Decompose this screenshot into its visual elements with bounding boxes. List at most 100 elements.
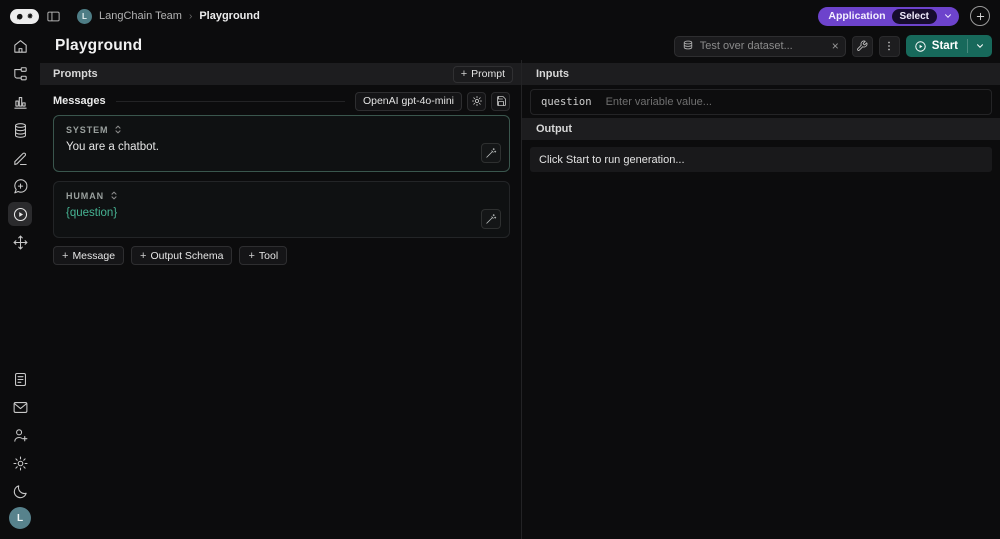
- dataset-icon: [683, 40, 692, 50]
- improve-prompt-button[interactable]: [481, 143, 501, 163]
- role-label: SYSTEM: [66, 124, 109, 135]
- application-label: Application: [828, 10, 886, 22]
- nav-datasets[interactable]: [8, 118, 32, 142]
- save-prompt-button[interactable]: [491, 91, 510, 111]
- improve-prompt-button[interactable]: [481, 209, 501, 229]
- nav-feedback[interactable]: [8, 174, 32, 198]
- mail-icon: [13, 401, 27, 413]
- role-selector[interactable]: SYSTEM: [66, 124, 122, 135]
- nav-rail-bottom: L: [8, 367, 32, 539]
- message-content[interactable]: {question}: [66, 207, 497, 219]
- role-label: HUMAN: [66, 190, 104, 201]
- select-pill[interactable]: Select: [891, 8, 937, 24]
- kebab-menu-icon: [888, 41, 891, 51]
- nav-dark-mode[interactable]: [8, 479, 32, 503]
- magic-wand-icon: [486, 214, 497, 224]
- prompts-pane: Prompts + Prompt Messages OpenAI gpt-4o-…: [40, 60, 521, 539]
- io-pane: Inputs question Output Click Start to ru…: [522, 60, 1000, 539]
- output-header-bar: Output: [522, 118, 1000, 140]
- nav-invite-user[interactable]: [8, 423, 32, 447]
- tools-button[interactable]: [851, 35, 873, 57]
- start-button[interactable]: Start: [905, 35, 992, 57]
- add-message-button[interactable]: + Message: [53, 246, 125, 265]
- plus-icon: [976, 12, 984, 20]
- messages-header: Messages: [53, 95, 106, 107]
- model-selector-button[interactable]: OpenAI gpt-4o-mini: [354, 91, 462, 111]
- prompt-actions-row: + Message + Output Schema + Tool: [53, 246, 510, 265]
- variable-value-input[interactable]: [605, 96, 981, 108]
- chevron-down-icon: [977, 44, 983, 48]
- message-card-human[interactable]: HUMAN {question}: [53, 181, 510, 238]
- magic-wand-icon: [486, 148, 497, 158]
- add-workspace-button[interactable]: [970, 6, 990, 26]
- nav-rail: L: [0, 32, 40, 539]
- add-message-label: Message: [72, 249, 116, 262]
- playground-play-icon: [13, 207, 27, 221]
- inputs-header: Inputs: [536, 68, 569, 80]
- nav-home[interactable]: [8, 34, 32, 58]
- start-label: Start: [931, 40, 958, 52]
- nav-deployments[interactable]: [8, 230, 32, 254]
- nav-tracing[interactable]: [8, 62, 32, 86]
- breadcrumb-separator: ›: [188, 10, 193, 22]
- home-icon: [13, 39, 27, 53]
- nav-playground[interactable]: [8, 202, 32, 226]
- message-content[interactable]: You are a chatbot.: [66, 141, 497, 153]
- save-icon: [496, 96, 506, 106]
- output-header: Output: [536, 123, 573, 135]
- gear-icon: [471, 95, 482, 107]
- nav-settings[interactable]: [8, 451, 32, 475]
- up-down-chevrons-icon: [111, 191, 117, 200]
- plus-icon: +: [140, 249, 147, 262]
- bar-chart-icon: [13, 96, 27, 109]
- breadcrumb-team[interactable]: LangChain Team: [99, 10, 182, 22]
- prompts-header-bar: Prompts + Prompt: [40, 63, 521, 85]
- more-options-button[interactable]: [878, 35, 900, 57]
- prompts-header: Prompts: [53, 68, 98, 80]
- moon-icon: [13, 484, 27, 498]
- model-settings-button[interactable]: [467, 91, 486, 111]
- add-prompt-button[interactable]: + Prompt: [452, 65, 513, 83]
- play-circle-icon: [915, 40, 926, 52]
- logo-wrench-icon: [27, 12, 33, 19]
- test-over-dataset-box[interactable]: ×: [673, 35, 846, 57]
- nav-dashboards[interactable]: [8, 90, 32, 114]
- role-selector[interactable]: HUMAN: [66, 190, 118, 201]
- add-output-schema-label: Output Schema: [150, 249, 224, 262]
- add-tool-button[interactable]: + Tool: [239, 246, 288, 265]
- langsmith-logo[interactable]: [10, 8, 39, 24]
- messages-row: Messages OpenAI gpt-4o-mini: [53, 91, 510, 111]
- page-title: Playground: [55, 37, 143, 54]
- plus-icon: +: [62, 249, 69, 262]
- chevron-down-icon: [945, 14, 951, 18]
- sidebar-toggle-icon[interactable]: [46, 9, 61, 24]
- start-button-main[interactable]: Start: [906, 35, 967, 57]
- breadcrumb-page: Playground: [199, 10, 260, 22]
- variable-name: question: [541, 96, 592, 108]
- user-avatar[interactable]: L: [9, 507, 31, 529]
- gear-icon: [12, 455, 28, 471]
- wrench-icon: [857, 40, 868, 51]
- logo-parrot-icon: [16, 13, 23, 19]
- database-icon: [14, 122, 26, 138]
- input-variable-row[interactable]: question: [530, 89, 992, 115]
- nav-docs[interactable]: [8, 367, 32, 391]
- tracing-icon: [13, 66, 27, 80]
- page-header: Playground × Start: [40, 32, 1000, 60]
- document-icon: [14, 372, 26, 386]
- start-dropdown-button[interactable]: [968, 35, 992, 57]
- message-card-system[interactable]: SYSTEM You are a chatbot.: [53, 115, 510, 172]
- add-output-schema-button[interactable]: + Output Schema: [131, 246, 233, 265]
- team-avatar[interactable]: L: [77, 8, 92, 24]
- application-select-button[interactable]: Application Select: [818, 6, 959, 26]
- inputs-header-bar: Inputs: [522, 63, 1000, 85]
- nav-mail[interactable]: [8, 395, 32, 419]
- top-bar: L LangChain Team › Playground Applicatio…: [0, 0, 1000, 32]
- add-prompt-label: Prompt: [471, 68, 505, 80]
- nav-annotation-queues[interactable]: [8, 146, 32, 170]
- output-empty-state: Click Start to run generation...: [530, 147, 992, 172]
- chat-plus-icon: [13, 178, 27, 193]
- dataset-search-input[interactable]: [699, 40, 826, 52]
- clear-dataset-icon[interactable]: ×: [832, 40, 839, 52]
- user-plus-icon: [13, 428, 27, 442]
